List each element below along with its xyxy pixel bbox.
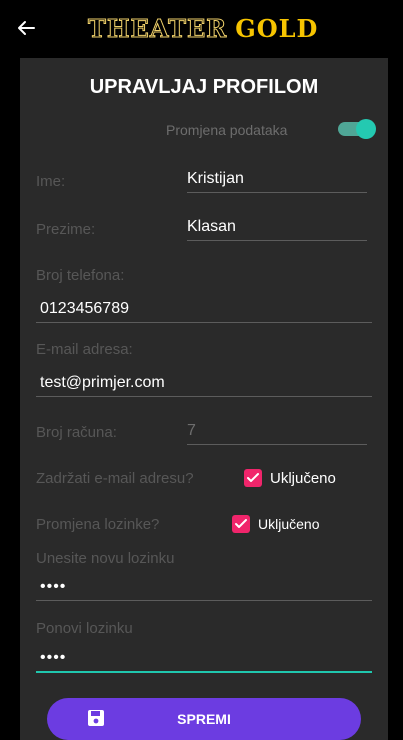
telefon-field[interactable]: 0123456789 [36, 300, 372, 323]
profile-card: UPRAVLJAJ PROFILOM Promjena podataka Ime… [20, 58, 388, 740]
keep-email-checkbox-text: Uključeno [270, 469, 336, 487]
checkbox-checked-icon[interactable] [232, 515, 250, 533]
change-password-label: Promjena lozinke? [36, 516, 160, 533]
email-field[interactable]: test@primjer.com [36, 374, 372, 397]
repeat-password-label: Ponovi lozinku [36, 620, 133, 637]
new-password-label: Unesite novu lozinku [36, 550, 175, 567]
keep-email-checkbox-row[interactable]: Uključeno [244, 469, 336, 487]
change-password-row: Promjena lozinke? [36, 516, 159, 533]
edit-toggle-label: Promjena podataka [166, 122, 288, 138]
brand-part2: GOLD [235, 14, 319, 43]
toggle-knob [356, 119, 376, 139]
prezime-field[interactable]: Klasan [187, 218, 367, 241]
new-password-field[interactable]: •••• [36, 578, 372, 601]
ime-field[interactable]: Kristijan [187, 170, 367, 193]
racun-label: Broj računa: [36, 424, 117, 441]
page-title: UPRAVLJAJ PROFILOM [89, 76, 319, 98]
keep-email-row: Zadržati e-mail adresu? [36, 470, 194, 487]
telefon-label: Broj telefona: [36, 267, 125, 284]
app-bar: THEATER GOLD [0, 0, 403, 56]
edit-toggle[interactable] [338, 119, 376, 139]
ime-label: Ime: [36, 173, 66, 190]
arrow-left-icon[interactable] [14, 16, 38, 40]
change-password-checkbox-text: Uključeno [258, 516, 320, 532]
brand-logo: THEATER GOLD [87, 14, 319, 44]
change-password-checkbox-row[interactable]: Uključeno [232, 515, 319, 533]
checkbox-checked-icon[interactable] [244, 469, 262, 487]
racun-field[interactable]: 7 [187, 422, 367, 445]
email-label: E-mail adresa: [36, 341, 133, 358]
brand-part1: THEATER [87, 14, 228, 44]
repeat-password-field[interactable]: •••• [36, 649, 372, 673]
save-button-label: SPREMI [177, 711, 231, 727]
prezime-label: Prezime: [36, 221, 96, 238]
keep-email-label: Zadržati e-mail adresu? [36, 470, 194, 487]
save-button[interactable]: SPREMI [47, 698, 361, 740]
